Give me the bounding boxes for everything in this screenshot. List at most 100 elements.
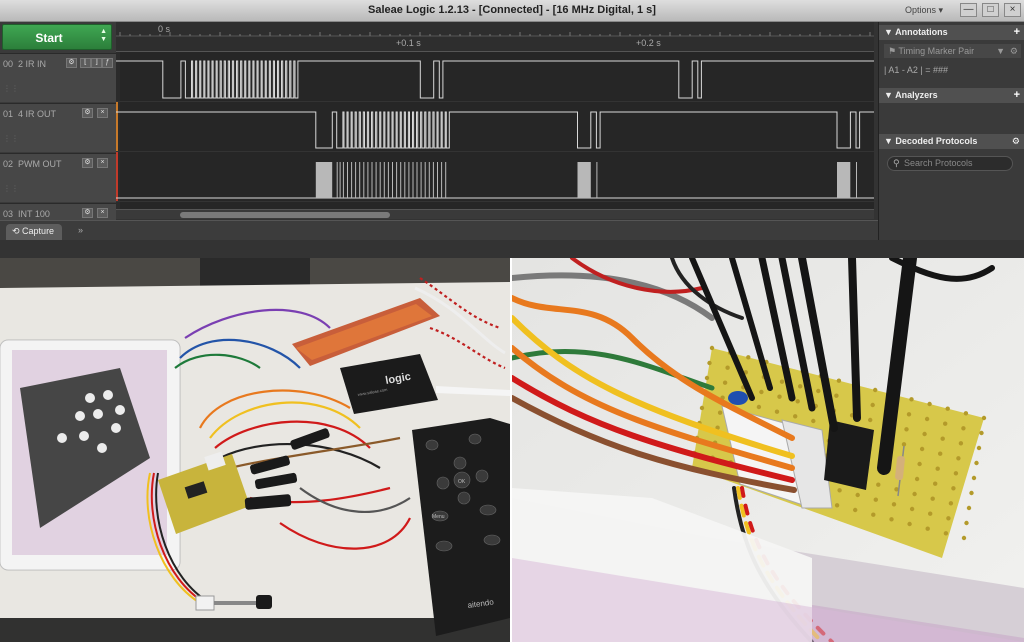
perf-hole	[925, 526, 930, 531]
timeline-ruler[interactable]: 0 s +0.1 s +0.2 s	[116, 22, 874, 52]
horizontal-scrollbar[interactable]	[116, 209, 874, 219]
perf-hole	[725, 365, 730, 370]
close-icon[interactable]: ×	[97, 108, 108, 118]
perf-hole	[699, 405, 705, 411]
perf-hole	[966, 505, 972, 511]
setup-photo: logic www.saleae.com OK Menu aitendo	[0, 258, 510, 642]
waveform-canvas[interactable]	[116, 52, 874, 210]
channel-row[interactable]: 03 INT 100 ⚙ ×	[0, 203, 116, 220]
decoded-protocols-title: Decoded Protocols	[895, 136, 978, 146]
closeup-photo	[512, 258, 1024, 642]
gear-icon[interactable]: ⚙	[66, 58, 77, 68]
perf-hole	[953, 471, 959, 476]
perf-hole	[909, 397, 914, 402]
close-icon[interactable]: ×	[97, 158, 108, 168]
perf-hole	[873, 497, 878, 502]
pwm-burst	[375, 162, 377, 198]
chevron-down-icon[interactable]: ▼	[996, 44, 1005, 58]
chevron-right-icon[interactable]: »	[78, 225, 83, 235]
trigger-falling-icon[interactable]: ⌊	[80, 58, 91, 68]
perf-hole	[717, 410, 723, 415]
perf-hole	[906, 412, 912, 417]
pwm-burst	[363, 162, 365, 198]
pwm-burst	[339, 162, 341, 198]
ir-out-trace	[116, 111, 874, 149]
trigger-edge-icon[interactable]: ƒ	[102, 58, 113, 68]
perf-hole	[707, 360, 712, 366]
add-analyzer-button[interactable]: +	[1014, 88, 1020, 103]
perf-hole	[945, 406, 950, 411]
decoded-protocols-header[interactable]: ▼ Decoded Protocols ⚙	[879, 134, 1024, 149]
gear-icon[interactable]: ⚙	[1010, 44, 1018, 58]
channel-row[interactable]: 00 2 IR IN ⚙ ⌊ ⌋ ƒ ⋮⋮	[0, 53, 116, 102]
perf-hole	[816, 388, 821, 394]
gear-icon[interactable]: ⚙	[82, 208, 93, 218]
pwm-burst	[437, 162, 438, 198]
scrollbar-thumb[interactable]	[180, 212, 390, 218]
pwm-burst	[400, 162, 402, 198]
trigger-rising-icon[interactable]: ⌋	[91, 58, 102, 68]
close-icon[interactable]: ×	[97, 208, 108, 218]
channel-name[interactable]: INT 100	[18, 209, 50, 219]
perf-hole	[927, 401, 932, 407]
pwm-burst	[355, 162, 357, 198]
window-title: Saleae Logic 1.2.13 - [Connected] - [16 …	[368, 4, 656, 16]
perf-hole	[919, 446, 925, 452]
channel-row[interactable]: 02 PWM OUT ⚙ × ⋮⋮	[0, 153, 116, 202]
perf-hole	[873, 387, 878, 393]
channel-number: 03	[3, 209, 14, 219]
perf-hole	[979, 430, 984, 436]
perf-hole	[922, 431, 927, 437]
search-icon: ⚲	[893, 158, 900, 168]
pwm-burst	[396, 162, 398, 198]
channel-2-waveform	[116, 162, 874, 199]
perf-hole	[971, 475, 977, 481]
perf-hole	[943, 531, 949, 536]
perf-hole	[914, 476, 920, 482]
channel-name[interactable]: 4 IR OUT	[18, 109, 56, 119]
pwm-burst	[387, 162, 389, 198]
channel-name[interactable]: 2 IR IN	[18, 59, 46, 69]
minimize-button[interactable]: —	[960, 3, 977, 17]
drag-handle-icon[interactable]: ⋮⋮	[3, 134, 19, 143]
channel-number: 01	[3, 109, 14, 119]
collapse-icon: ▼	[884, 90, 896, 100]
maximize-button[interactable]: □	[982, 3, 999, 17]
add-annotation-button[interactable]: +	[1014, 25, 1020, 40]
perf-hole	[871, 512, 876, 517]
channel-row[interactable]: 01 4 IR OUT ⚙ × ⋮⋮	[0, 103, 116, 152]
perf-hole	[907, 521, 912, 527]
pwm-burst	[359, 162, 361, 198]
close-button[interactable]: ×	[1004, 3, 1021, 17]
perf-hole	[963, 411, 969, 416]
perf-hole	[956, 456, 961, 461]
timing-marker-pair[interactable]: ⚑ Timing Marker Pair ▼ ⚙	[884, 44, 1021, 58]
tick-label: +0.2 s	[636, 38, 661, 48]
waveform-area[interactable]	[116, 52, 874, 210]
gear-icon[interactable]: ⚙	[82, 108, 93, 118]
perf-hole	[756, 404, 762, 410]
pwm-burst	[577, 162, 591, 198]
start-button[interactable]: Start ▲ ▼	[2, 24, 112, 50]
analyzers-header[interactable]: ▼ Analyzers +	[879, 88, 1024, 103]
options-menu-button[interactable]: Options ▾	[905, 5, 943, 16]
annotations-header[interactable]: ▼ Annotations +	[879, 25, 1024, 40]
tick-label: +0.1 s	[396, 38, 421, 48]
ir-in-trace	[116, 60, 874, 99]
channel-name[interactable]: PWM OUT	[18, 159, 62, 169]
bottom-tab-bar: ⟲ Capture »	[0, 220, 878, 240]
drag-handle-icon[interactable]: ⋮⋮	[3, 84, 19, 93]
start-options-icon[interactable]: ▲ ▼	[100, 28, 107, 44]
pwm-burst	[379, 162, 381, 198]
tab-capture[interactable]: ⟲ Capture	[6, 224, 63, 240]
perf-hole	[976, 445, 982, 451]
perf-hole	[940, 436, 945, 441]
channel-0-waveform	[116, 60, 874, 99]
search-protocols-input[interactable]: Search Protocols	[887, 156, 1013, 171]
gear-icon[interactable]: ⚙	[1012, 134, 1020, 149]
perf-hole	[704, 375, 710, 381]
gear-icon[interactable]: ⚙	[82, 158, 93, 168]
perf-hole	[917, 461, 922, 467]
drag-handle-icon[interactable]: ⋮⋮	[3, 184, 19, 193]
timing-marker-label: Timing Marker Pair	[898, 46, 975, 56]
